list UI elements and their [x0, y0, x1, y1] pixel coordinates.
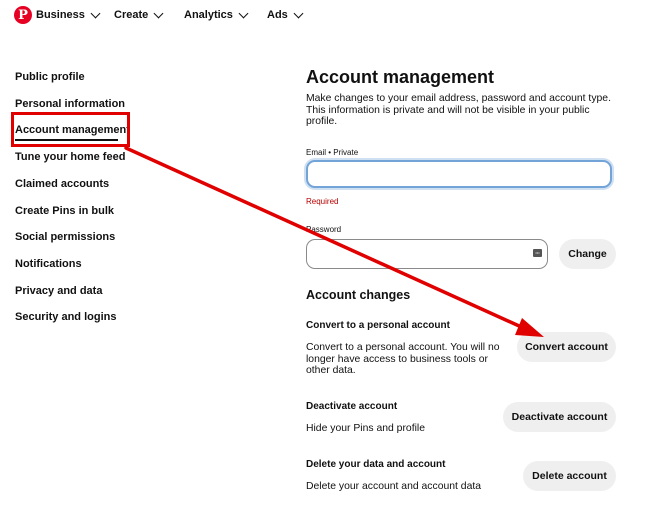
annotation-arrow-icon	[124, 146, 544, 337]
